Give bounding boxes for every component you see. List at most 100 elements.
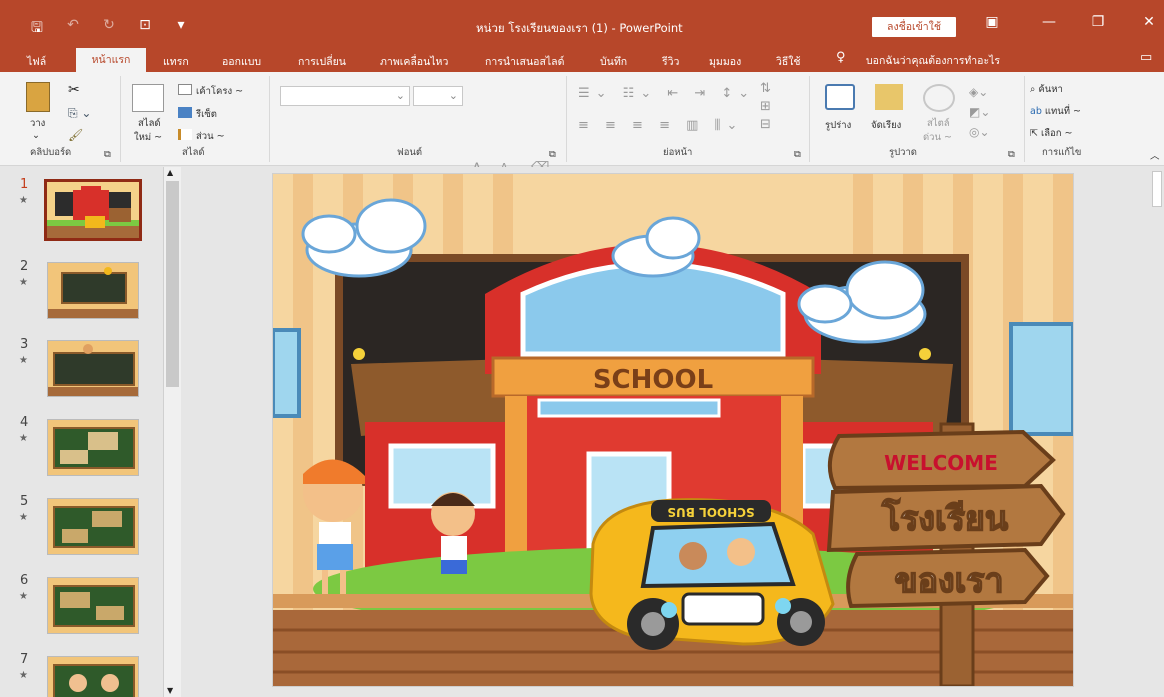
tab-home[interactable]: หน้าแรก	[76, 48, 146, 72]
slide-thumbnail-1[interactable]	[44, 179, 142, 241]
select-label: เลือก ~	[1040, 128, 1073, 139]
school-bus: SCHOOL BUS	[589, 498, 835, 650]
thumb-green-board	[48, 420, 138, 475]
tab-transitions[interactable]: การเปลี่ยน	[298, 53, 346, 70]
maximize-icon[interactable]: ❐	[1086, 14, 1110, 30]
select-button[interactable]: ⇱ เลือก ~	[1030, 126, 1073, 141]
thumb-students	[48, 657, 138, 697]
paste-icon[interactable]	[26, 82, 50, 112]
tab-slideshow[interactable]: การนำเสนอสไลด์	[485, 53, 564, 70]
new-slide-label-1[interactable]: สไลด์	[138, 116, 161, 131]
tab-insert[interactable]: แทรก	[163, 53, 189, 70]
slide-number: 6	[20, 573, 29, 588]
cut-icon[interactable]: ✂	[68, 82, 80, 98]
shapes-label[interactable]: รูปร่าง	[825, 118, 851, 133]
replace-icon: ab	[1030, 106, 1045, 117]
copy-icon[interactable]: ⎘ ⌄	[68, 106, 91, 121]
thumbnail-scrollbar[interactable]: ▲ ▼	[163, 167, 181, 697]
format-painter-icon[interactable]: 🖌	[68, 128, 83, 142]
clipboard-launcher-icon[interactable]: ⧉	[104, 149, 111, 160]
minimize-icon[interactable]: —	[1037, 14, 1061, 30]
font-name-input[interactable]: ⌄	[280, 86, 410, 106]
shape-fill-outline-icons[interactable]: ◈⌄ ◩⌄ ◎⌄	[969, 82, 990, 142]
close-icon[interactable]: ✕	[1137, 14, 1161, 30]
slide-thumbnail-7[interactable]	[47, 656, 139, 697]
signin-button[interactable]: ลงชื่อเข้าใช้	[872, 17, 956, 37]
thai-title-line2: ของเรา	[894, 561, 1003, 601]
slide-thumbnail-2[interactable]	[47, 262, 139, 319]
find-button[interactable]: ⌕ ค้นหา	[1030, 82, 1063, 97]
present-icon[interactable]: ⊡	[136, 17, 154, 41]
school-sign-text: SCHOOL	[593, 365, 713, 395]
slide-thumbnail-5[interactable]	[47, 498, 139, 555]
tell-me-box[interactable]: บอกฉันว่าคุณต้องการทำอะไร	[866, 52, 1000, 69]
arrange-label[interactable]: จัดเรียง	[871, 118, 901, 133]
drawing-launcher-icon[interactable]: ⧉	[1008, 149, 1015, 160]
replace-button[interactable]: ab แทนที่ ~	[1030, 104, 1081, 119]
tab-view[interactable]: มุมมอง	[709, 53, 741, 70]
paste-dropdown-icon[interactable]: ⌄	[32, 130, 40, 141]
quick-styles-icon[interactable]	[923, 84, 955, 112]
scroll-down-icon[interactable]: ▼	[167, 686, 173, 695]
slide-number: 2	[20, 259, 29, 274]
bullets-icon[interactable]: ☰⌄ ☷⌄ ⇤ ⇥ ↕⌄	[578, 86, 755, 101]
animation-star-icon: ★	[19, 670, 28, 681]
slides-group: สไลด์ ใหม่ ~ เค้าโครง ~ รีเซ็ต ส่วน ~ สไ…	[122, 76, 270, 162]
slide-number: 5	[20, 494, 29, 509]
comments-icon[interactable]: ▭	[1140, 50, 1152, 65]
animation-star-icon: ★	[19, 195, 28, 206]
quick-styles-label-2[interactable]: ด่วน ~	[923, 130, 952, 145]
reset-icon[interactable]	[178, 107, 192, 118]
text-direction-icon[interactable]: ⇅ ⊞ ⊟	[760, 80, 771, 134]
arrange-icon[interactable]	[875, 84, 903, 110]
scrollbar-thumb[interactable]	[1152, 171, 1162, 207]
new-slide-label-2[interactable]: ใหม่ ~	[134, 130, 162, 145]
tab-review[interactable]: รีวิว	[662, 53, 679, 70]
tab-animations[interactable]: ภาพเคลื่อนไหว	[380, 53, 448, 70]
scrollbar-thumb[interactable]	[166, 181, 179, 387]
editing-label: การแก้ไข	[1042, 147, 1082, 158]
tab-file[interactable]: ไฟล์	[27, 53, 46, 70]
animation-star-icon: ★	[19, 433, 28, 444]
ribbon-display-icon[interactable]: ▣	[980, 14, 1004, 30]
section-label[interactable]: ส่วน ~	[196, 129, 225, 144]
paste-label[interactable]: วาง	[30, 116, 45, 131]
section-icon[interactable]	[178, 129, 192, 140]
tab-record[interactable]: บันทึก	[600, 53, 627, 70]
scroll-up-icon[interactable]: ▲	[167, 168, 173, 177]
slide-number: 1	[20, 177, 29, 192]
new-slide-icon[interactable]	[132, 84, 164, 112]
customize-qat-icon[interactable]: ▾	[172, 17, 190, 41]
save-icon[interactable]: 🖫	[28, 17, 46, 41]
editing-group: ⌕ ค้นหา ab แทนที่ ~ ⇱ เลือก ~ การแก้ไข	[1026, 76, 1116, 162]
bus-sign-text: SCHOOL BUS	[667, 505, 754, 519]
thumb-chalkboard	[48, 341, 138, 396]
select-cursor-icon: ⇱	[1030, 128, 1041, 139]
layout-label[interactable]: เค้าโครง ~	[196, 84, 243, 99]
welcome-text: WELCOME	[884, 451, 998, 475]
slide-number: 4	[20, 415, 29, 430]
slide-number: 7	[20, 652, 29, 667]
layout-icon[interactable]	[178, 84, 192, 95]
slide-scrollbar[interactable]	[1150, 167, 1164, 697]
slide-thumbnail-6[interactable]	[47, 577, 139, 634]
paragraph-group: ☰⌄ ☷⌄ ⇤ ⇥ ↕⌄ ≡ ≡ ≡ ≡ ▥ ⫼⌄ ⇅ ⊞ ⊟ ย่อหน้า ⧉	[568, 76, 810, 162]
font-size-input[interactable]: ⌄	[413, 86, 463, 106]
align-icons[interactable]: ≡ ≡ ≡ ≡ ▥ ⫼⌄	[578, 118, 743, 133]
undo-icon[interactable]: ↶	[64, 17, 82, 41]
title-bar: 🖫 ↶ ↻ ⊡ ▾ หน่วย โรงเรียนของเรา (1) - Pow…	[0, 0, 1164, 46]
tab-help[interactable]: วิธีใช้	[776, 53, 801, 70]
shapes-icon[interactable]	[825, 84, 855, 110]
redo-icon[interactable]: ↻	[100, 17, 118, 41]
font-launcher-icon[interactable]: ⧉	[549, 149, 556, 160]
clipboard-group: วาง ⌄ ✂ ⎘ ⌄ 🖌 คลิปบอร์ด ⧉	[0, 76, 121, 162]
tab-design[interactable]: ออกแบบ	[222, 53, 261, 70]
slide-thumbnail-4[interactable]	[47, 419, 139, 476]
collapse-ribbon-icon[interactable]: ︿	[1150, 148, 1160, 162]
reset-label[interactable]: รีเซ็ต	[196, 107, 217, 122]
quick-styles-label-1[interactable]: สไตล์	[927, 116, 950, 131]
main-slide[interactable]: SCHOOL SCHOOL BUS WELCOME โรงเรียน ของเร…	[273, 174, 1073, 686]
slide-thumbnail-3[interactable]	[47, 340, 139, 397]
animation-star-icon: ★	[19, 512, 28, 523]
paragraph-launcher-icon[interactable]: ⧉	[794, 149, 801, 160]
